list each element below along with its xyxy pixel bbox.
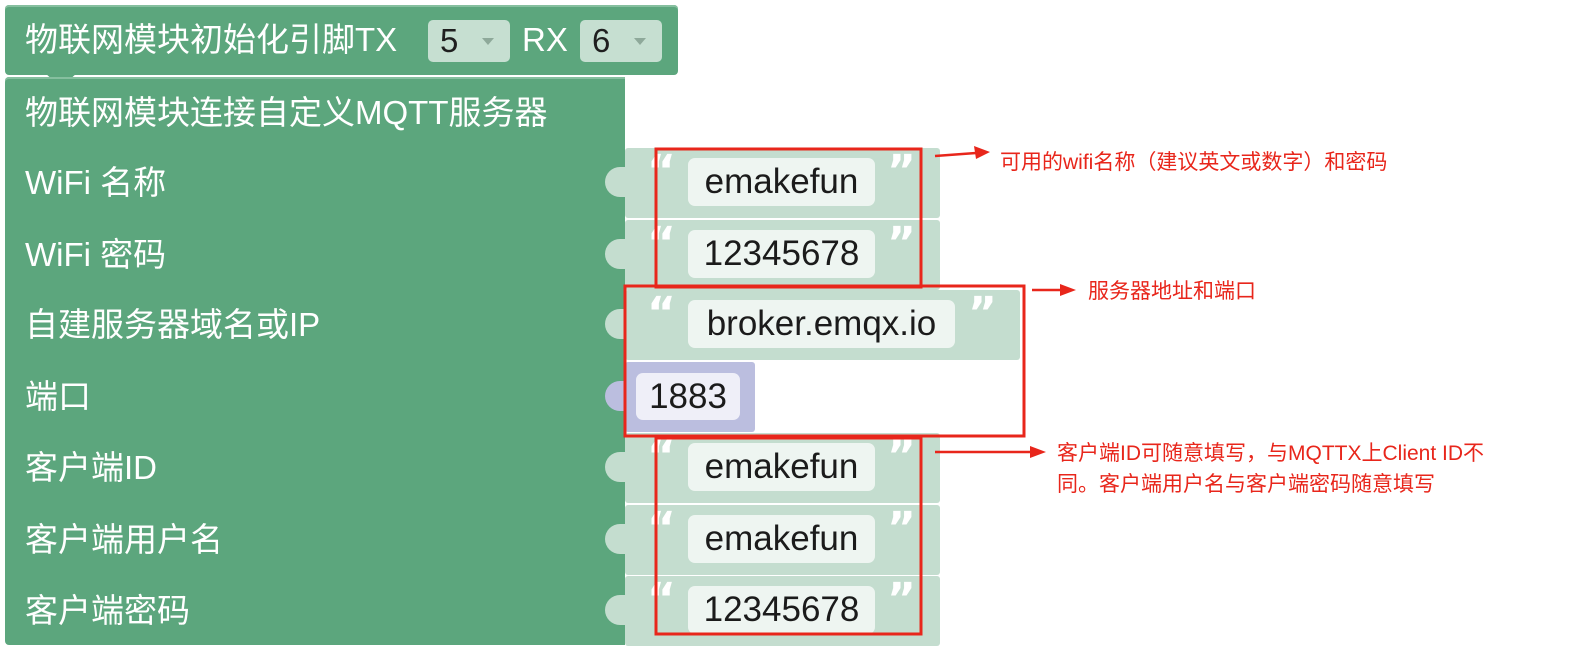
server-host-field[interactable]: broker.emqx.io bbox=[688, 300, 955, 348]
dropdown-arrow-icon bbox=[634, 38, 646, 45]
mqtt-connect-block-title: 物联网模块连接自定义MQTT服务器 bbox=[25, 94, 548, 131]
open-quote: “ bbox=[647, 431, 676, 482]
open-quote: “ bbox=[647, 146, 676, 197]
open-quote: “ bbox=[647, 574, 676, 625]
wifi-name-field[interactable]: emakefun bbox=[688, 158, 875, 206]
close-quote: ” bbox=[887, 218, 916, 269]
client-annotation: 客户端ID可随意填写，与MQTTX上Client ID不 同。客户端用户名与客户… bbox=[1057, 438, 1484, 500]
arrow-client-note bbox=[935, 446, 1046, 458]
dropdown-arrow-icon bbox=[482, 38, 494, 45]
input-connector-tab bbox=[605, 381, 627, 411]
iot-module-init-block[interactable]: 物联网模块初始化引脚TX 5 RX 6 bbox=[5, 5, 678, 75]
string-block-server-host[interactable]: “ broker.emqx.io ” bbox=[625, 290, 1020, 360]
client-id-field[interactable]: emakefun bbox=[688, 443, 875, 491]
input-connector-tab bbox=[605, 524, 627, 554]
wifi-password-field[interactable]: 12345678 bbox=[688, 230, 875, 278]
close-quote: ” bbox=[887, 146, 916, 197]
number-block-port[interactable]: 1883 bbox=[625, 362, 755, 432]
open-quote: “ bbox=[647, 503, 676, 554]
tx-pin-dropdown[interactable]: 5 bbox=[428, 20, 510, 62]
blockly-workspace: 物联网模块初始化引脚TX 5 RX 6 物联网模块连接自定义MQTT服务器 Wi… bbox=[0, 0, 1591, 655]
wifi-name-label: WiFi 名称 bbox=[25, 164, 167, 201]
open-quote: “ bbox=[647, 218, 676, 269]
close-quote: ” bbox=[887, 431, 916, 482]
client-annotation-line-2: 同。客户端用户名与客户端密码随意填写 bbox=[1057, 473, 1435, 496]
port-field[interactable]: 1883 bbox=[636, 373, 740, 420]
server-host-label: 自建服务器域名或IP bbox=[25, 306, 321, 343]
input-connector-tab bbox=[605, 595, 627, 625]
mqtt-connect-block[interactable]: 物联网模块连接自定义MQTT服务器 WiFi 名称 WiFi 密码 自建服务器域… bbox=[5, 77, 625, 645]
wifi-annotation: 可用的wifi名称（建议英文或数字）和密码 bbox=[1000, 151, 1388, 174]
client-username-label: 客户端用户名 bbox=[25, 521, 223, 558]
client-password-field[interactable]: 12345678 bbox=[688, 586, 875, 634]
tx-pin-value: 5 bbox=[440, 22, 459, 59]
open-quote: “ bbox=[647, 288, 676, 339]
close-quote: ” bbox=[887, 574, 916, 625]
client-username-field[interactable]: emakefun bbox=[688, 515, 875, 563]
init-block-label: 物联网模块初始化引脚TX bbox=[25, 21, 398, 58]
string-block-client-id[interactable]: “ emakefun ” bbox=[625, 433, 940, 503]
input-connector-tab bbox=[605, 239, 627, 269]
rx-pin-value: 6 bbox=[592, 22, 611, 59]
rx-label: RX bbox=[522, 21, 568, 58]
close-quote: ” bbox=[968, 288, 997, 339]
client-annotation-line-1: 客户端ID可随意填写，与MQTTX上Client ID不 bbox=[1057, 442, 1485, 465]
string-block-wifi-password[interactable]: “ 12345678 ” bbox=[625, 220, 940, 290]
input-connector-tab bbox=[605, 452, 627, 482]
server-annotation: 服务器地址和端口 bbox=[1088, 280, 1256, 303]
close-quote: ” bbox=[887, 503, 916, 554]
client-id-label: 客户端ID bbox=[25, 449, 157, 486]
client-password-label: 客户端密码 bbox=[25, 592, 190, 629]
arrow-server-note bbox=[1032, 284, 1076, 296]
string-block-client-username[interactable]: “ emakefun ” bbox=[625, 505, 940, 575]
wifi-password-label: WiFi 密码 bbox=[25, 236, 167, 273]
rx-pin-dropdown[interactable]: 6 bbox=[580, 20, 662, 62]
string-block-wifi-name[interactable]: “ emakefun ” bbox=[625, 148, 940, 218]
arrow-wifi-note bbox=[934, 146, 990, 159]
string-block-client-password[interactable]: “ 12345678 ” bbox=[625, 576, 940, 646]
input-connector-tab bbox=[605, 167, 627, 197]
input-connector-tab bbox=[605, 309, 627, 339]
port-label: 端口 bbox=[25, 378, 91, 415]
